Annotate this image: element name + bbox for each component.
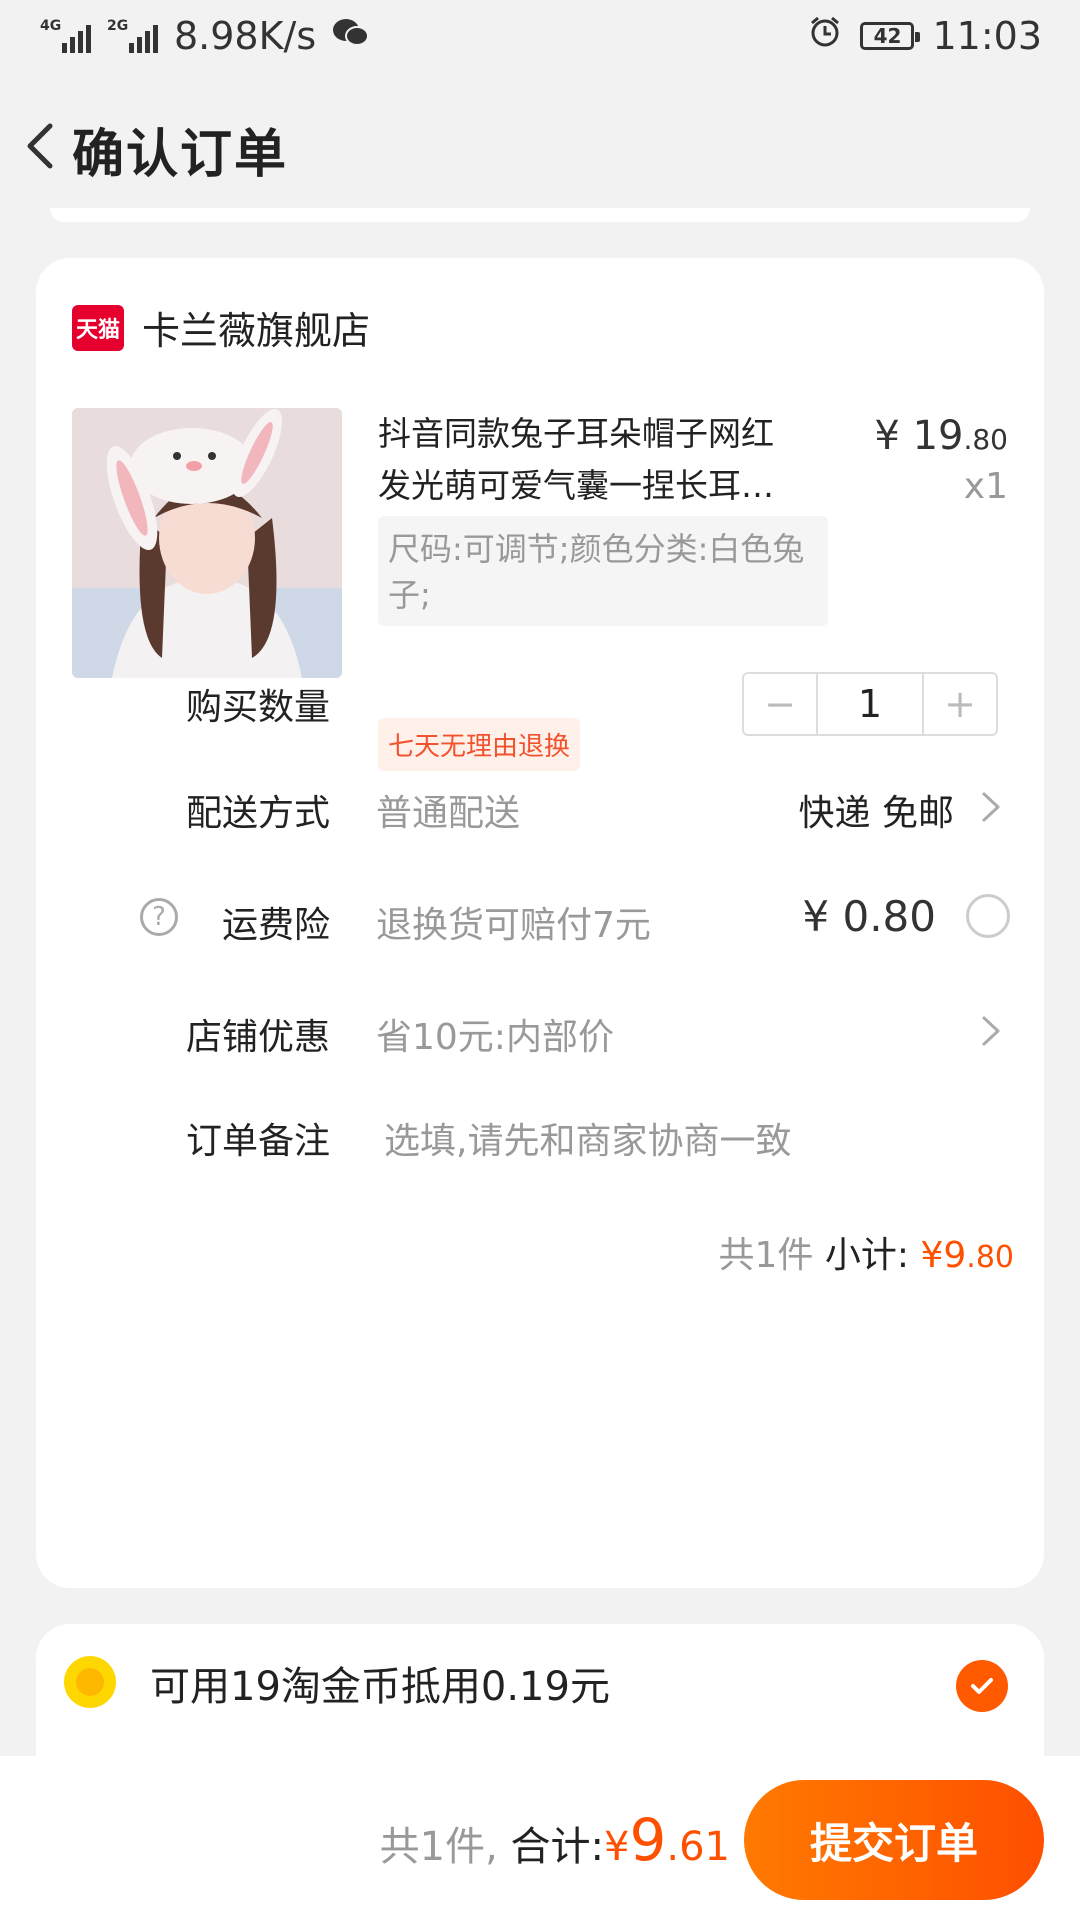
discount-value: 省10元:内部价 xyxy=(376,1017,614,1058)
product-sku[interactable]: 尺码:可调节;颜色分类:白色兔子; xyxy=(378,516,828,626)
battery-icon: 42 xyxy=(860,22,921,50)
insurance-description: 退换货可赔付7元 xyxy=(376,905,651,946)
alarm-icon xyxy=(808,14,842,58)
page-title: 确认订单 xyxy=(72,125,289,185)
network-type-1: 4G xyxy=(40,18,62,34)
quantity-stepper[interactable]: − 1 + xyxy=(742,672,998,736)
tmall-logo-icon: 天猫 xyxy=(72,304,124,351)
delivery-label: 配送方式 xyxy=(186,793,331,834)
shop-header[interactable]: 天猫 卡兰薇旗舰店 xyxy=(72,300,370,355)
decrement-button[interactable]: − xyxy=(744,674,816,734)
product-title-line-1: 抖音同款兔子耳朵帽子网红 xyxy=(378,414,774,453)
help-icon-glyph: ? xyxy=(152,902,166,932)
order-note-row: 订单备注 选填,请先和商家协商一致 xyxy=(36,1094,1044,1174)
clock: 11:03 xyxy=(932,14,1042,58)
wechat-icon xyxy=(332,14,370,58)
delivery-row[interactable]: 配送方式 普通配送 快递 免邮 xyxy=(36,766,1044,846)
signal-icon-1: 4G xyxy=(40,19,91,53)
insurance-label: 运费险 xyxy=(222,905,331,946)
network-type-2: 2G xyxy=(107,18,129,34)
quantity-label: 购买数量 xyxy=(186,687,331,728)
tmall-badge-text: 天猫 xyxy=(75,317,120,343)
submit-order-button[interactable]: 提交订单 xyxy=(744,1780,1044,1900)
chevron-left-icon xyxy=(27,123,53,169)
subtotal-amount-decimal: .80 xyxy=(966,1240,1014,1275)
insurance-radio[interactable] xyxy=(966,894,1010,938)
product-image[interactable] xyxy=(72,408,342,678)
product-price: ¥ 19.80 xyxy=(874,413,1008,459)
shop-name: 卡兰薇旗舰店 xyxy=(142,309,371,353)
total-currency: ¥ xyxy=(604,1824,630,1870)
increment-button[interactable]: + xyxy=(924,674,996,734)
subtotal-label: 小计: xyxy=(824,1235,910,1276)
address-card-edge xyxy=(50,208,1030,222)
coins-checkbox[interactable] xyxy=(956,1660,1008,1712)
subtotal-amount: ¥9.80 xyxy=(920,1235,1014,1276)
help-icon[interactable]: ? xyxy=(140,898,178,936)
coins-text: 可用19淘金币抵用0.19元 xyxy=(150,1664,610,1710)
order-card: 天猫 卡兰薇旗舰店 抖音同款兔子耳朵帽子网红 发光萌可爱气囊一捏长耳… 尺码:可… xyxy=(36,258,1044,1588)
total-amount-main: 9 xyxy=(629,1806,667,1874)
shipping-insurance-row[interactable]: ? 运费险 退换货可赔付7元 ¥ 0.80 xyxy=(36,878,1044,958)
status-bar: 4G 2G 8.98K/s 42 11:03 xyxy=(0,0,1080,76)
subtotal: 共1件 小计: ¥9.80 xyxy=(719,1226,1014,1278)
delivery-method: 普通配送 xyxy=(376,793,521,834)
shop-discount-row[interactable]: 店铺优惠 省10元:内部价 xyxy=(36,990,1044,1070)
order-total: 共1件, 合计:¥9.61 xyxy=(380,1806,730,1874)
chevron-right-icon xyxy=(982,1016,1000,1046)
network-speed: 8.98K/s xyxy=(174,14,317,58)
subtotal-currency: ¥ xyxy=(920,1235,944,1276)
delivery-value: 快递 免邮 xyxy=(798,793,954,834)
product-price-main: ¥ 19 xyxy=(874,413,964,459)
insurance-price: ¥ 0.80 xyxy=(802,892,936,941)
quantity-row: 购买数量 − 1 + xyxy=(36,660,1044,740)
checkout-footer: 共1件, 合计:¥9.61 提交订单 xyxy=(0,1756,1080,1920)
total-amount-decimal: .61 xyxy=(666,1824,730,1870)
check-icon xyxy=(971,1678,993,1694)
chevron-right-icon xyxy=(982,792,1000,822)
discount-label: 店铺优惠 xyxy=(186,1017,331,1058)
nav-bar: 确认订单 xyxy=(0,80,1080,210)
taobao-coin-icon xyxy=(64,1656,116,1708)
product-quantity: x1 xyxy=(963,466,1008,507)
subtotal-count: 共1件 xyxy=(718,1235,814,1276)
subtotal-amount-main: 9 xyxy=(943,1235,967,1276)
note-label: 订单备注 xyxy=(186,1121,331,1162)
signal-icon-2: 2G xyxy=(107,19,158,53)
order-note-input[interactable]: 选填,请先和商家协商一致 xyxy=(384,1112,791,1164)
quantity-value[interactable]: 1 xyxy=(816,674,924,734)
battery-level: 42 xyxy=(873,24,902,48)
total-count: 共1件, xyxy=(379,1824,498,1870)
total-amount: ¥9.61 xyxy=(604,1806,730,1874)
product-title[interactable]: 抖音同款兔子耳朵帽子网红 发光萌可爱气囊一捏长耳… xyxy=(378,408,818,512)
total-label: 合计: xyxy=(510,1824,605,1870)
product-title-line-2: 发光萌可爱气囊一捏长耳… xyxy=(378,466,774,505)
product-price-decimal: .80 xyxy=(963,423,1008,456)
back-button[interactable] xyxy=(14,116,74,176)
